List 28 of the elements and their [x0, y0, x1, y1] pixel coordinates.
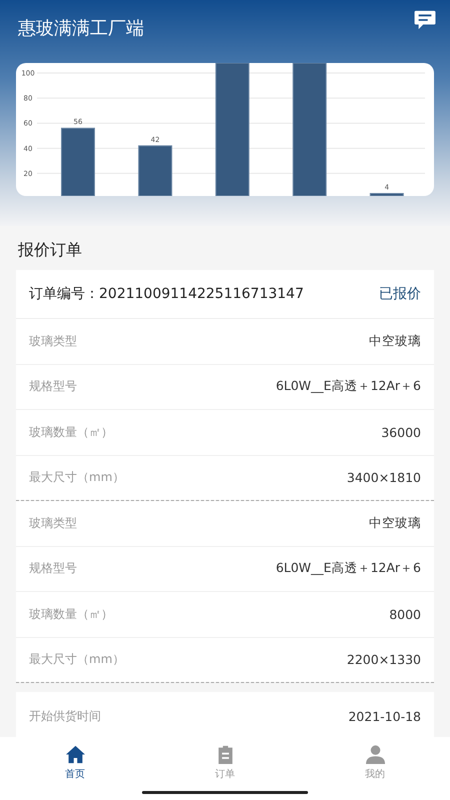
- tab[interactable]: 首页: [0, 737, 150, 800]
- field-label: 最大尺寸（mm）: [29, 651, 124, 668]
- person-icon: [364, 745, 386, 764]
- field-value: 6L0W__E高透＋12Ar＋6: [276, 560, 421, 578]
- field-label: 最大尺寸（mm）: [29, 469, 124, 486]
- field-label: 规格型号: [29, 378, 77, 396]
- field-value: 8000: [389, 606, 421, 622]
- tab[interactable]: 订单: [150, 737, 300, 800]
- field-label: 规格型号: [29, 560, 77, 578]
- field-label: 开始供货时间: [29, 708, 101, 724]
- field-label: 玻璃类型: [29, 514, 77, 532]
- field-value: 6L0W__E高透＋12Ar＋6: [276, 378, 421, 396]
- field-label: 玻璃数量（㎡）: [29, 606, 113, 623]
- message-icon[interactable]: [414, 10, 436, 30]
- field-value: 36000: [381, 424, 421, 440]
- field-label: 玻璃类型: [29, 332, 77, 350]
- home-icon: [64, 745, 86, 764]
- order-number: 订单编号：20211009114225116713147: [29, 285, 304, 303]
- field-label: 玻璃数量（㎡）: [29, 424, 113, 441]
- field-value: 3400×1810: [346, 470, 421, 486]
- field-value: 2200×1330: [346, 652, 421, 668]
- field-value: 2021-10-18: [348, 708, 421, 724]
- tab[interactable]: 我的: [300, 737, 450, 800]
- section-title: 报价订单: [17, 239, 83, 261]
- order-status: 已报价: [379, 285, 421, 303]
- field-value: 中空玻璃: [369, 332, 421, 350]
- field-value: 中空玻璃: [369, 514, 421, 532]
- app-title: 惠玻满满工厂端: [18, 16, 144, 40]
